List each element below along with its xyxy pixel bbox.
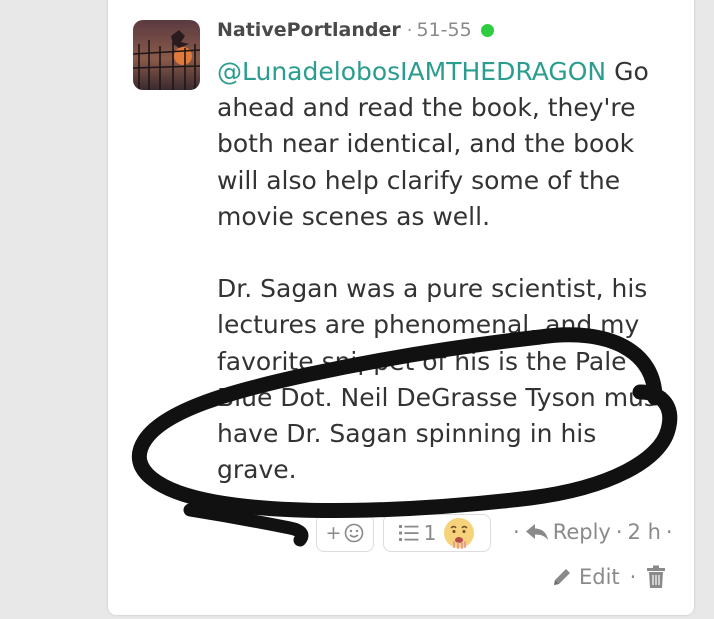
worried-face-emoji-icon bbox=[444, 518, 475, 549]
list-icon bbox=[398, 525, 419, 541]
comment-paragraph-2: Dr. Sagan was a pure scientist, his lect… bbox=[217, 274, 667, 485]
plus-label: + bbox=[325, 522, 342, 544]
comment-paragraph-1: @LunadelobosIAMTHEDRAGON Go ahead and re… bbox=[217, 54, 677, 235]
smiley-icon bbox=[345, 523, 364, 543]
avatar[interactable] bbox=[133, 20, 200, 90]
timestamp: 2 h bbox=[627, 520, 661, 544]
mention-link[interactable]: @LunadelobosIAMTHEDRAGON bbox=[217, 57, 606, 86]
separator-dot: · bbox=[615, 520, 623, 544]
trash-icon[interactable] bbox=[646, 565, 666, 589]
comment-header: NativePortlander · 51-55 bbox=[217, 15, 494, 45]
edit-button[interactable]: Edit bbox=[551, 565, 620, 589]
pencil-icon bbox=[554, 569, 570, 585]
edit-label: Edit bbox=[579, 565, 620, 589]
separator-dot: · bbox=[629, 565, 637, 589]
comment-actions: · Reply · 2 h · bbox=[508, 515, 678, 549]
reply-arrow-icon bbox=[525, 524, 548, 540]
age-range: 51-55 bbox=[416, 19, 472, 41]
add-reaction-button[interactable]: + bbox=[316, 514, 374, 552]
reply-label: Reply bbox=[552, 520, 611, 544]
separator-dot: · bbox=[406, 19, 413, 41]
separator-dot: · bbox=[665, 520, 673, 544]
comment-body: @LunadelobosIAMTHEDRAGON Go ahead and re… bbox=[217, 54, 677, 488]
online-status-indicator bbox=[480, 23, 494, 37]
reply-button[interactable]: Reply bbox=[525, 520, 611, 544]
comment-footer: Edit · bbox=[551, 561, 666, 593]
reply-count: 1 bbox=[423, 521, 437, 545]
separator-dot: · bbox=[513, 520, 520, 544]
replies-button[interactable]: 1 bbox=[383, 514, 491, 552]
username-link[interactable]: NativePortlander bbox=[217, 19, 401, 41]
